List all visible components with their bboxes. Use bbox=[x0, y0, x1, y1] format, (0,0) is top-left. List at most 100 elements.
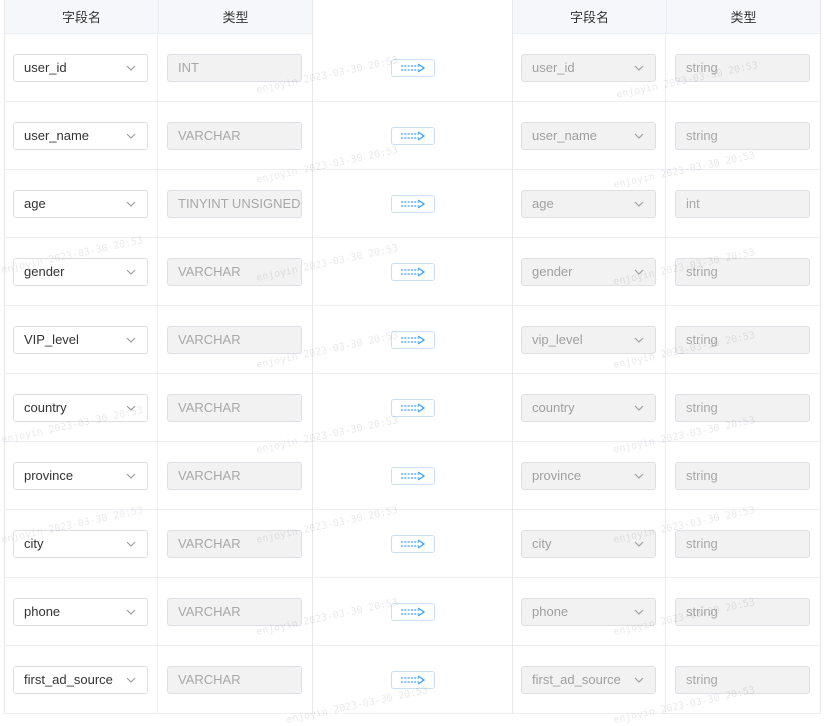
arrow-right-icon bbox=[400, 538, 426, 549]
left-type-cell: VARCHAR bbox=[158, 578, 312, 645]
right-type-cell: string bbox=[666, 374, 820, 441]
left-field-select[interactable]: first_ad_source bbox=[13, 665, 148, 694]
chevron-down-icon bbox=[125, 334, 137, 346]
left-field-select[interactable]: city bbox=[13, 529, 148, 558]
arrow-right-icon bbox=[400, 606, 426, 617]
left-field-cell: first_ad_source bbox=[5, 646, 158, 713]
left-field-cell: user_id bbox=[5, 34, 158, 101]
right-field-cell: province bbox=[513, 442, 666, 509]
right-type-input: string bbox=[675, 53, 810, 82]
left-field-row: user_id INT bbox=[5, 34, 312, 102]
arrow-right-icon bbox=[400, 198, 426, 209]
left-field-cell: phone bbox=[5, 578, 158, 645]
left-type-input: VARCHAR bbox=[167, 529, 302, 558]
left-type-cell: VARCHAR bbox=[158, 102, 312, 169]
right-type-input: string bbox=[675, 393, 810, 422]
left-type-cell: VARCHAR bbox=[158, 646, 312, 713]
chevron-down-icon bbox=[125, 198, 137, 210]
right-type-input: string bbox=[675, 461, 810, 490]
mapping-row bbox=[313, 238, 512, 306]
map-arrow-button[interactable] bbox=[390, 262, 435, 281]
left-field-select[interactable]: phone bbox=[13, 597, 148, 626]
right-type-input: int bbox=[675, 189, 810, 218]
right-field-cell: gender bbox=[513, 238, 666, 305]
right-type-cell: string bbox=[666, 34, 820, 101]
left-field-row: first_ad_source VARCHAR bbox=[5, 646, 312, 714]
right-type-input: string bbox=[675, 665, 810, 694]
chevron-down-icon bbox=[633, 402, 645, 414]
map-arrow-button[interactable] bbox=[390, 58, 435, 77]
right-type-cell: string bbox=[666, 510, 820, 577]
arrow-right-icon bbox=[400, 266, 426, 277]
right-field-select: country bbox=[521, 393, 656, 422]
left-field-row: age TINYINT UNSIGNED bbox=[5, 170, 312, 238]
right-type-cell: int bbox=[666, 170, 820, 237]
mapping-row bbox=[313, 442, 512, 510]
right-type-cell: string bbox=[666, 102, 820, 169]
chevron-down-icon bbox=[633, 62, 645, 74]
map-arrow-button[interactable] bbox=[390, 534, 435, 553]
target-fields-table: 字段名 类型 user_id string user_name string age in… bbox=[512, 0, 821, 714]
left-field-cell: country bbox=[5, 374, 158, 441]
left-field-cell: province bbox=[5, 442, 158, 509]
map-arrow-button[interactable] bbox=[390, 126, 435, 145]
chevron-down-icon bbox=[125, 674, 137, 686]
left-type-input: TINYINT UNSIGNED bbox=[167, 189, 302, 218]
right-type-input: string bbox=[675, 529, 810, 558]
right-field-value: phone bbox=[532, 604, 569, 619]
left-type-cell: VARCHAR bbox=[158, 442, 312, 509]
chevron-down-icon bbox=[125, 266, 137, 278]
left-type-cell: INT bbox=[158, 34, 312, 101]
right-field-select: vip_level bbox=[521, 325, 656, 354]
right-type-cell: string bbox=[666, 442, 820, 509]
left-type-input: VARCHAR bbox=[167, 597, 302, 626]
left-field-value: VIP_level bbox=[24, 332, 79, 347]
map-arrow-button[interactable] bbox=[390, 194, 435, 213]
left-field-row: user_name VARCHAR bbox=[5, 102, 312, 170]
left-field-select[interactable]: user_id bbox=[13, 53, 148, 82]
right-field-value: country bbox=[532, 400, 575, 415]
left-type-input: VARCHAR bbox=[167, 325, 302, 354]
chevron-down-icon bbox=[633, 538, 645, 550]
left-type-input: VARCHAR bbox=[167, 393, 302, 422]
mapping-header-spacer bbox=[313, 0, 512, 34]
left-type-input: INT bbox=[167, 53, 302, 82]
right-field-select: province bbox=[521, 461, 656, 490]
mapping-row bbox=[313, 646, 512, 714]
left-field-value: first_ad_source bbox=[24, 672, 113, 687]
source-fields-table: 字段名 类型 user_id INT user_name VARCHAR age TINY… bbox=[4, 0, 313, 714]
left-field-select[interactable]: user_name bbox=[13, 121, 148, 150]
right-field-row: province string bbox=[513, 442, 820, 510]
chevron-down-icon bbox=[633, 606, 645, 618]
right-field-value: user_name bbox=[532, 128, 598, 143]
target-field-name-header: 字段名 bbox=[513, 0, 667, 33]
right-field-select: user_name bbox=[521, 121, 656, 150]
right-field-select: phone bbox=[521, 597, 656, 626]
map-arrow-button[interactable] bbox=[390, 330, 435, 349]
left-field-select[interactable]: province bbox=[13, 461, 148, 490]
right-field-row: first_ad_source string bbox=[513, 646, 820, 714]
left-field-select[interactable]: gender bbox=[13, 257, 148, 286]
left-field-select[interactable]: age bbox=[13, 189, 148, 218]
right-field-value: user_id bbox=[532, 60, 575, 75]
left-field-value: user_name bbox=[24, 128, 90, 143]
right-field-value: age bbox=[532, 196, 554, 211]
chevron-down-icon bbox=[633, 266, 645, 278]
mapping-row bbox=[313, 34, 512, 102]
chevron-down-icon bbox=[633, 334, 645, 346]
left-field-select[interactable]: VIP_level bbox=[13, 325, 148, 354]
left-type-input: VARCHAR bbox=[167, 257, 302, 286]
left-field-cell: VIP_level bbox=[5, 306, 158, 373]
map-arrow-button[interactable] bbox=[390, 398, 435, 417]
map-arrow-button[interactable] bbox=[390, 670, 435, 689]
arrow-right-icon bbox=[400, 62, 426, 73]
arrow-right-icon bbox=[400, 334, 426, 345]
arrow-right-icon bbox=[400, 470, 426, 481]
left-field-select[interactable]: country bbox=[13, 393, 148, 422]
chevron-down-icon bbox=[125, 130, 137, 142]
left-field-row: VIP_level VARCHAR bbox=[5, 306, 312, 374]
map-arrow-button[interactable] bbox=[390, 602, 435, 621]
chevron-down-icon bbox=[125, 538, 137, 550]
map-arrow-button[interactable] bbox=[390, 466, 435, 485]
left-field-cell: gender bbox=[5, 238, 158, 305]
